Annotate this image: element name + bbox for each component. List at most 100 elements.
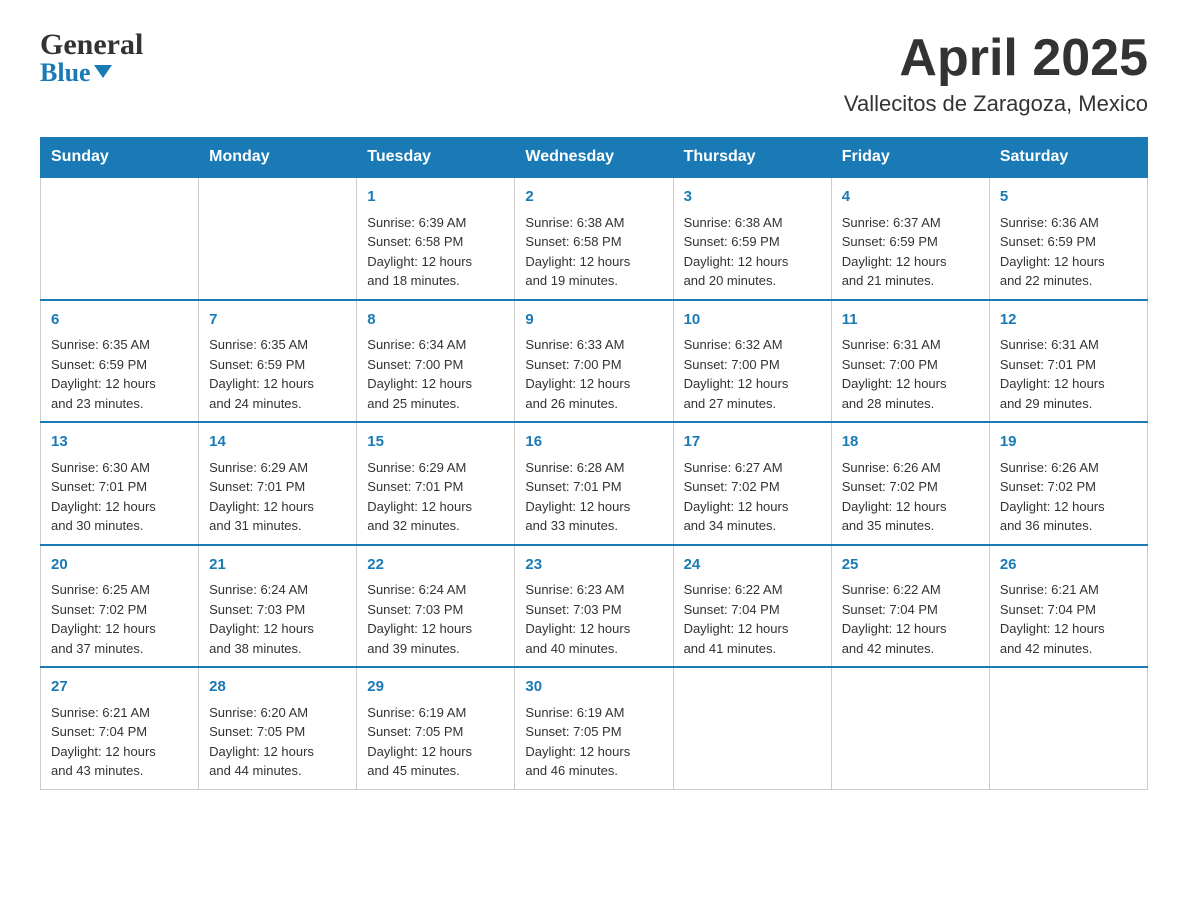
day-info: Sunrise: 6:27 AMSunset: 7:02 PMDaylight:…: [684, 458, 821, 536]
table-row: 6 Sunrise: 6:35 AMSunset: 6:59 PMDaylight…: [41, 300, 199, 423]
header-tuesday: Tuesday: [357, 138, 515, 178]
day-info: Sunrise: 6:22 AMSunset: 7:04 PMDaylight:…: [684, 580, 821, 658]
day-number: 9: [525, 309, 662, 332]
day-number: 28: [209, 676, 346, 699]
day-number: 8: [367, 309, 504, 332]
table-row: [831, 667, 989, 789]
day-info: Sunrise: 6:31 AMSunset: 7:01 PMDaylight:…: [1000, 335, 1137, 413]
day-number: 20: [51, 554, 188, 577]
day-info: Sunrise: 6:31 AMSunset: 7:00 PMDaylight:…: [842, 335, 979, 413]
table-row: 23 Sunrise: 6:23 AMSunset: 7:03 PMDayligh…: [515, 545, 673, 668]
day-number: 10: [684, 309, 821, 332]
table-row: 20 Sunrise: 6:25 AMSunset: 7:02 PMDayligh…: [41, 545, 199, 668]
table-row: 12 Sunrise: 6:31 AMSunset: 7:01 PMDayligh…: [989, 300, 1147, 423]
table-row: 11Sunrise: 6:31 AMSunset: 7:00 PMDayligh…: [831, 300, 989, 423]
day-info: Sunrise: 6:26 AMSunset: 7:02 PMDaylight:…: [1000, 458, 1137, 536]
calendar-week-row: 27 Sunrise: 6:21 AMSunset: 7:04 PMDayligh…: [41, 667, 1148, 789]
day-info: Sunrise: 6:33 AMSunset: 7:00 PMDaylight:…: [525, 335, 662, 413]
table-row: 16 Sunrise: 6:28 AMSunset: 7:01 PMDayligh…: [515, 422, 673, 545]
calendar-subtitle: Vallecitos de Zaragoza, Mexico: [844, 91, 1148, 117]
table-row: 17Sunrise: 6:27 AMSunset: 7:02 PMDayligh…: [673, 422, 831, 545]
day-info: Sunrise: 6:32 AMSunset: 7:00 PMDaylight:…: [684, 335, 821, 413]
table-row: 15 Sunrise: 6:29 AMSunset: 7:01 PMDayligh…: [357, 422, 515, 545]
table-row: 1 Sunrise: 6:39 AMSunset: 6:58 PMDaylight…: [357, 177, 515, 300]
header-friday: Friday: [831, 138, 989, 178]
day-info: Sunrise: 6:34 AMSunset: 7:00 PMDaylight:…: [367, 335, 504, 413]
table-row: 28Sunrise: 6:20 AMSunset: 7:05 PMDayligh…: [199, 667, 357, 789]
table-row: 4Sunrise: 6:37 AMSunset: 6:59 PMDaylight…: [831, 177, 989, 300]
calendar-title: April 2025: [844, 30, 1148, 87]
day-info: Sunrise: 6:28 AMSunset: 7:01 PMDaylight:…: [525, 458, 662, 536]
calendar-header-row: Sunday Monday Tuesday Wednesday Thursday…: [41, 138, 1148, 178]
day-number: 24: [684, 554, 821, 577]
table-row: 5 Sunrise: 6:36 AMSunset: 6:59 PMDaylight…: [989, 177, 1147, 300]
day-number: 5: [1000, 186, 1137, 209]
day-number: 19: [1000, 431, 1137, 454]
day-number: 3: [684, 186, 821, 209]
header-sunday: Sunday: [41, 138, 199, 178]
day-number: 12: [1000, 309, 1137, 332]
day-number: 14: [209, 431, 346, 454]
day-number: 2: [525, 186, 662, 209]
day-info: Sunrise: 6:23 AMSunset: 7:03 PMDaylight:…: [525, 580, 662, 658]
table-row: 3Sunrise: 6:38 AMSunset: 6:59 PMDaylight…: [673, 177, 831, 300]
table-row: 22 Sunrise: 6:24 AMSunset: 7:03 PMDayligh…: [357, 545, 515, 668]
logo-triangle-icon: [94, 65, 112, 78]
calendar-week-row: 6 Sunrise: 6:35 AMSunset: 6:59 PMDaylight…: [41, 300, 1148, 423]
day-number: 22: [367, 554, 504, 577]
day-number: 18: [842, 431, 979, 454]
table-row: 29Sunrise: 6:19 AMSunset: 7:05 PMDayligh…: [357, 667, 515, 789]
day-info: Sunrise: 6:25 AMSunset: 7:02 PMDaylight:…: [51, 580, 188, 658]
table-row: 10 Sunrise: 6:32 AMSunset: 7:00 PMDayligh…: [673, 300, 831, 423]
day-info: Sunrise: 6:21 AMSunset: 7:04 PMDaylight:…: [51, 703, 188, 781]
day-number: 30: [525, 676, 662, 699]
calendar-week-row: 13 Sunrise: 6:30 AMSunset: 7:01 PMDayligh…: [41, 422, 1148, 545]
day-info: Sunrise: 6:29 AMSunset: 7:01 PMDaylight:…: [367, 458, 504, 536]
day-info: Sunrise: 6:21 AMSunset: 7:04 PMDaylight:…: [1000, 580, 1137, 658]
day-number: 29: [367, 676, 504, 699]
header-thursday: Thursday: [673, 138, 831, 178]
logo-bottom: Blue: [40, 60, 143, 86]
day-number: 13: [51, 431, 188, 454]
table-row: [199, 177, 357, 300]
day-info: Sunrise: 6:24 AMSunset: 7:03 PMDaylight:…: [209, 580, 346, 658]
day-info: Sunrise: 6:29 AMSunset: 7:01 PMDaylight:…: [209, 458, 346, 536]
day-info: Sunrise: 6:35 AMSunset: 6:59 PMDaylight:…: [51, 335, 188, 413]
table-row: 7Sunrise: 6:35 AMSunset: 6:59 PMDaylight…: [199, 300, 357, 423]
table-row: [41, 177, 199, 300]
day-number: 1: [367, 186, 504, 209]
day-number: 16: [525, 431, 662, 454]
calendar-week-row: 20 Sunrise: 6:25 AMSunset: 7:02 PMDayligh…: [41, 545, 1148, 668]
day-number: 6: [51, 309, 188, 332]
table-row: 21 Sunrise: 6:24 AMSunset: 7:03 PMDayligh…: [199, 545, 357, 668]
day-number: 27: [51, 676, 188, 699]
header-wednesday: Wednesday: [515, 138, 673, 178]
day-info: Sunrise: 6:24 AMSunset: 7:03 PMDaylight:…: [367, 580, 504, 658]
header-monday: Monday: [199, 138, 357, 178]
table-row: [989, 667, 1147, 789]
day-info: Sunrise: 6:38 AMSunset: 6:58 PMDaylight:…: [525, 213, 662, 291]
day-info: Sunrise: 6:35 AMSunset: 6:59 PMDaylight:…: [209, 335, 346, 413]
table-row: 25Sunrise: 6:22 AMSunset: 7:04 PMDayligh…: [831, 545, 989, 668]
calendar-table: Sunday Monday Tuesday Wednesday Thursday…: [40, 137, 1148, 790]
table-row: 8 Sunrise: 6:34 AMSunset: 7:00 PMDaylight…: [357, 300, 515, 423]
day-info: Sunrise: 6:36 AMSunset: 6:59 PMDaylight:…: [1000, 213, 1137, 291]
day-info: Sunrise: 6:39 AMSunset: 6:58 PMDaylight:…: [367, 213, 504, 291]
header-saturday: Saturday: [989, 138, 1147, 178]
table-row: 9 Sunrise: 6:33 AMSunset: 7:00 PMDaylight…: [515, 300, 673, 423]
day-info: Sunrise: 6:37 AMSunset: 6:59 PMDaylight:…: [842, 213, 979, 291]
day-info: Sunrise: 6:30 AMSunset: 7:01 PMDaylight:…: [51, 458, 188, 536]
table-row: 18 Sunrise: 6:26 AMSunset: 7:02 PMDayligh…: [831, 422, 989, 545]
day-info: Sunrise: 6:26 AMSunset: 7:02 PMDaylight:…: [842, 458, 979, 536]
day-number: 15: [367, 431, 504, 454]
table-row: 24 Sunrise: 6:22 AMSunset: 7:04 PMDayligh…: [673, 545, 831, 668]
table-row: 30 Sunrise: 6:19 AMSunset: 7:05 PMDayligh…: [515, 667, 673, 789]
day-number: 23: [525, 554, 662, 577]
table-row: 27 Sunrise: 6:21 AMSunset: 7:04 PMDayligh…: [41, 667, 199, 789]
day-info: Sunrise: 6:22 AMSunset: 7:04 PMDaylight:…: [842, 580, 979, 658]
logo-top: General: [40, 30, 143, 60]
day-info: Sunrise: 6:19 AMSunset: 7:05 PMDaylight:…: [525, 703, 662, 781]
day-number: 26: [1000, 554, 1137, 577]
day-number: 21: [209, 554, 346, 577]
table-row: 19 Sunrise: 6:26 AMSunset: 7:02 PMDayligh…: [989, 422, 1147, 545]
